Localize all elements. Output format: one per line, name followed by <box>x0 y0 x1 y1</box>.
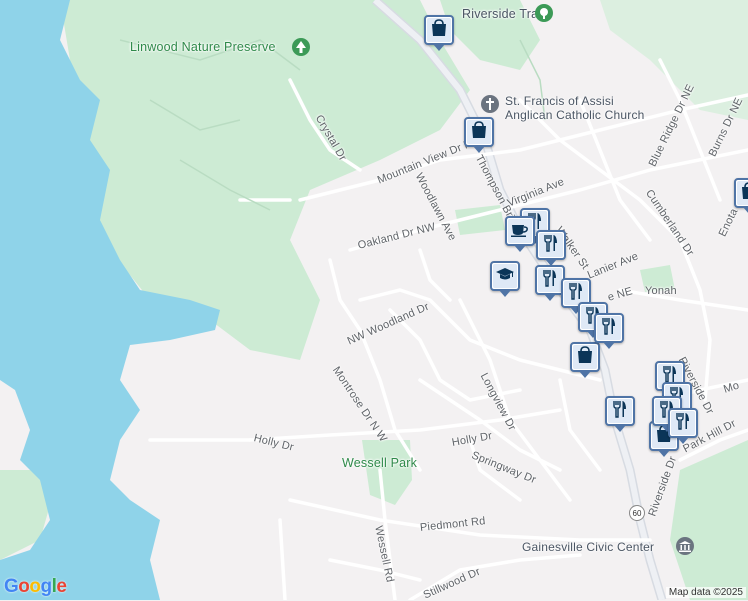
shopping-bag-icon <box>431 18 447 42</box>
cross-icon[interactable] <box>481 95 499 113</box>
coffee-cup-icon <box>511 221 529 242</box>
fork-knife-icon <box>543 269 557 292</box>
school-pin[interactable] <box>490 261 520 297</box>
shopping-bag-icon <box>577 345 593 369</box>
google-logo[interactable]: Google <box>4 576 67 598</box>
shopping-pin[interactable] <box>424 15 454 51</box>
tree-icon[interactable] <box>535 4 553 22</box>
restaurant-pin[interactable] <box>536 230 566 266</box>
cafe-pin[interactable] <box>505 216 535 252</box>
graduation-cap-icon <box>496 267 514 286</box>
shopping-pin[interactable] <box>734 178 748 214</box>
church-label-line1[interactable]: St. Francis of Assisi <box>505 94 614 108</box>
yonah-label[interactable]: Yonah <box>645 285 677 297</box>
restaurant-pin[interactable] <box>605 396 635 432</box>
shopping-bag-icon <box>471 120 487 144</box>
tree-icon[interactable] <box>292 38 310 56</box>
landmark-icon[interactable] <box>676 537 694 555</box>
fork-knife-icon <box>613 400 627 423</box>
shopping-pin[interactable] <box>570 342 600 378</box>
restaurant-pin[interactable] <box>594 313 624 349</box>
map-attribution[interactable]: Map data ©2025 <box>665 587 746 598</box>
shopping-bag-icon <box>741 181 748 205</box>
route-60-shield: 60 <box>629 505 645 521</box>
linwood-preserve-label[interactable]: Linwood Nature Preserve <box>130 40 276 54</box>
fork-knife-icon <box>602 317 616 340</box>
fork-knife-icon <box>676 412 690 435</box>
civic-center-label[interactable]: Gainesville Civic Center <box>522 540 654 554</box>
restaurant-pin[interactable] <box>668 408 698 444</box>
wessell-park-label[interactable]: Wessell Park <box>342 456 417 470</box>
shopping-pin[interactable] <box>464 117 494 153</box>
fork-knife-icon <box>544 234 558 257</box>
church-label-line2[interactable]: Anglican Catholic Church <box>505 108 645 122</box>
